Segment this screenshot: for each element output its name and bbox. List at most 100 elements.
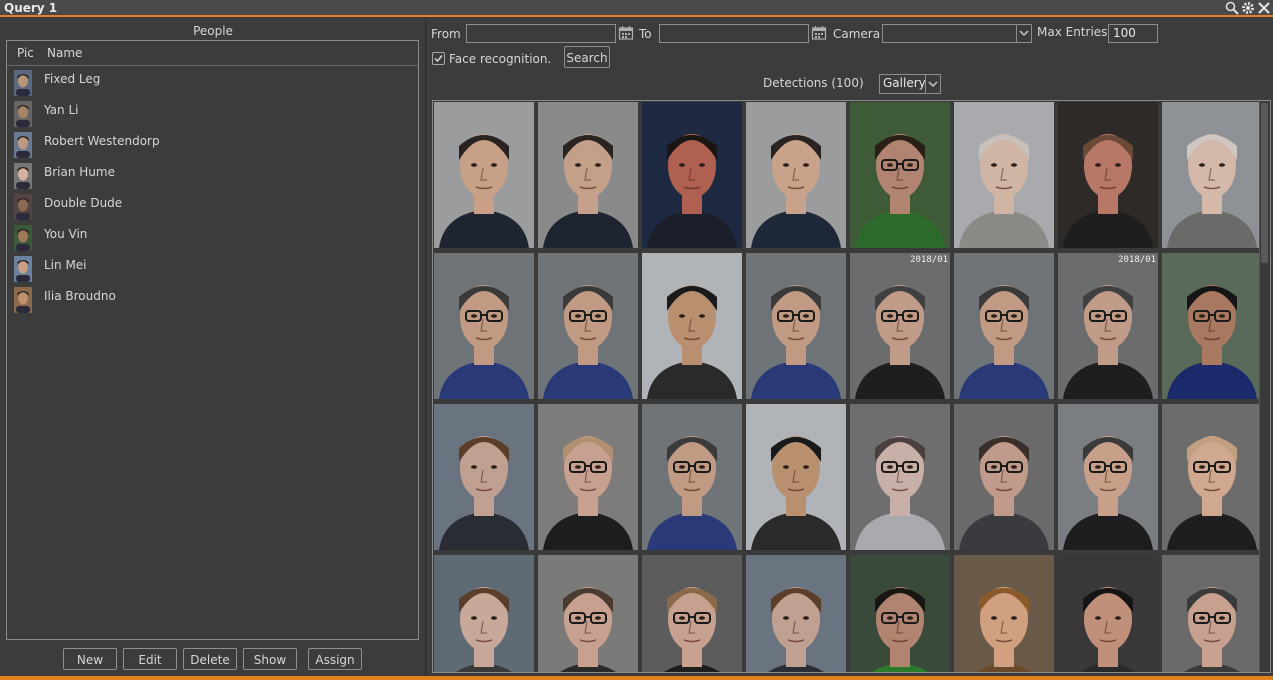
detection-thumbnail[interactable] <box>1162 555 1262 672</box>
detection-thumbnail[interactable] <box>850 102 950 248</box>
detection-thumbnail[interactable] <box>1058 102 1158 248</box>
detection-thumbnail[interactable] <box>538 555 638 672</box>
chevron-down-icon[interactable] <box>925 75 940 93</box>
person-name: Double Dude <box>44 196 123 210</box>
gallery-scrollbar[interactable] <box>1259 101 1270 672</box>
person-row[interactable]: Lin Mei <box>7 254 418 285</box>
avatar <box>14 194 32 220</box>
person-row[interactable]: Double Dude <box>7 192 418 223</box>
person-row[interactable]: Ilia Broudno <box>7 285 418 316</box>
detection-thumbnail[interactable] <box>954 404 1054 550</box>
new-button[interactable]: New <box>63 648 117 670</box>
detections-gallery: 2018/01 2018/01 <box>432 100 1271 673</box>
chevron-down-icon[interactable] <box>1016 25 1031 42</box>
detection-thumbnail[interactable] <box>538 102 638 248</box>
detection-thumbnail[interactable] <box>434 102 534 248</box>
column-header-pic[interactable]: Pic <box>17 46 34 60</box>
to-date-field[interactable] <box>659 24 809 43</box>
from-date-field[interactable] <box>466 24 616 43</box>
assign-button[interactable]: Assign <box>308 648 362 670</box>
view-mode-select[interactable]: Gallery <box>879 74 941 94</box>
face-image <box>850 102 950 248</box>
person-row[interactable]: Yan Li <box>7 99 418 130</box>
detection-thumbnail[interactable] <box>1162 404 1262 550</box>
person-name: Brian Hume <box>44 165 115 179</box>
detection-thumbnail[interactable] <box>1162 102 1262 248</box>
detection-thumbnail[interactable] <box>1058 404 1158 550</box>
column-header-name[interactable]: Name <box>47 46 82 60</box>
face-image <box>1058 555 1158 672</box>
detection-thumbnail[interactable] <box>642 253 742 399</box>
detection-thumbnail[interactable]: 2018/01 <box>1058 253 1158 399</box>
detections-panel: From To Camera Max Entries 100 Face reco… <box>426 18 1273 676</box>
close-icon[interactable] <box>1257 1 1271 15</box>
avatar <box>14 163 32 189</box>
edit-button[interactable]: Edit <box>123 648 177 670</box>
detection-thumbnail[interactable] <box>538 253 638 399</box>
delete-button[interactable]: Delete <box>183 648 237 670</box>
bottom-accent-bar <box>0 676 1273 680</box>
face-image <box>746 102 846 248</box>
detection-thumbnail[interactable] <box>1058 555 1158 672</box>
avatar <box>14 287 32 313</box>
gallery-scrollbar-thumb[interactable] <box>1261 103 1268 263</box>
face-image <box>642 253 742 399</box>
person-row[interactable]: You Vin <box>7 223 418 254</box>
calendar-icon[interactable] <box>811 25 827 41</box>
face-image <box>434 102 534 248</box>
avatar <box>14 225 32 251</box>
detection-thumbnail[interactable] <box>642 404 742 550</box>
from-label: From <box>431 27 461 41</box>
search-button[interactable]: Search <box>564 46 610 68</box>
checkmark-icon <box>434 55 443 63</box>
avatar <box>14 70 32 96</box>
person-row[interactable]: Brian Hume <box>7 161 418 192</box>
face-recognition-checkbox[interactable] <box>432 52 445 65</box>
detection-thumbnail[interactable] <box>746 253 846 399</box>
camera-select[interactable] <box>882 24 1032 43</box>
detection-thumbnail[interactable] <box>746 555 846 672</box>
calendar-icon[interactable] <box>618 25 634 41</box>
detection-thumbnail[interactable] <box>642 555 742 672</box>
face-image <box>642 555 742 672</box>
face-image <box>538 555 638 672</box>
detection-thumbnail[interactable]: 2018/01 <box>850 253 950 399</box>
gear-icon[interactable] <box>1241 1 1255 15</box>
max-entries-label: Max Entries <box>1037 25 1108 39</box>
face-image <box>642 102 742 248</box>
person-row[interactable]: Fixed Leg <box>7 68 418 99</box>
face-image <box>538 253 638 399</box>
detection-thumbnail[interactable] <box>746 102 846 248</box>
avatar <box>14 256 32 282</box>
face-image <box>746 404 846 550</box>
face-image <box>434 404 534 550</box>
detection-thumbnail[interactable] <box>954 102 1054 248</box>
detection-thumbnail[interactable] <box>434 404 534 550</box>
person-name: You Vin <box>44 227 88 241</box>
search-icon[interactable] <box>1225 1 1239 15</box>
titlebar-icons <box>1225 1 1271 15</box>
detection-thumbnail[interactable] <box>954 555 1054 672</box>
show-button[interactable]: Show <box>243 648 297 670</box>
face-image <box>850 404 950 550</box>
detection-thumbnail[interactable] <box>434 253 534 399</box>
detection-thumbnail[interactable] <box>850 555 950 672</box>
face-image <box>850 253 950 399</box>
person-row[interactable]: Robert Westendorp <box>7 130 418 161</box>
detection-thumbnail[interactable] <box>746 404 846 550</box>
max-entries-input[interactable]: 100 <box>1108 24 1158 43</box>
people-panel-title: People <box>193 24 233 38</box>
detection-thumbnail[interactable] <box>642 102 742 248</box>
detection-thumbnail[interactable] <box>954 253 1054 399</box>
face-image <box>1162 102 1262 248</box>
face-recognition-label[interactable]: Face recognition. <box>449 52 551 66</box>
face-image <box>746 555 846 672</box>
timestamp-overlay: 2018/01 <box>1118 255 1156 265</box>
people-table-header: Pic Name <box>7 41 418 66</box>
detection-thumbnail[interactable] <box>850 404 950 550</box>
detection-thumbnail[interactable] <box>434 555 534 672</box>
detection-thumbnail[interactable] <box>538 404 638 550</box>
face-image <box>434 555 534 672</box>
person-name: Robert Westendorp <box>44 134 160 148</box>
detection-thumbnail[interactable] <box>1162 253 1262 399</box>
